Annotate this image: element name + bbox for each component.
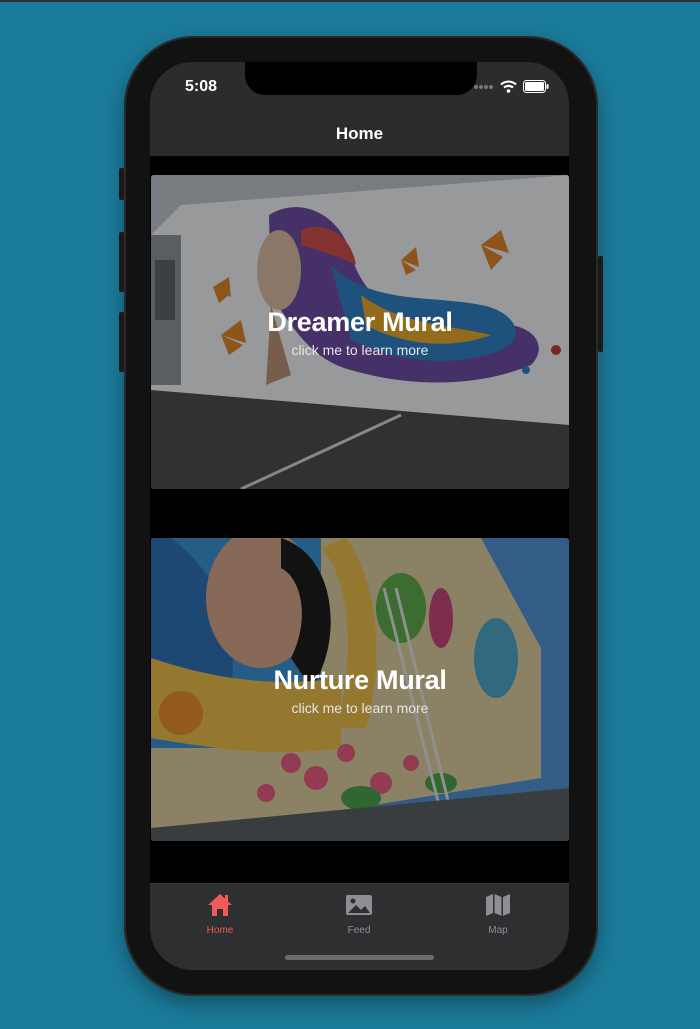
wifi-icon — [500, 80, 517, 93]
phone-screen: 5:08 Home Dreamer Mural click me to lear… — [150, 62, 569, 970]
volume-down-button — [119, 312, 124, 372]
page-title: Home — [335, 124, 384, 143]
mural-card-nurture[interactable]: Nurture Mural click me to learn more — [151, 538, 569, 841]
tab-label: Map — [488, 925, 508, 936]
mural-subtitle: click me to learn more — [291, 700, 429, 716]
mural-title: Dreamer Mural — [267, 307, 453, 337]
mural-title: Nurture Mural — [273, 665, 447, 695]
mural-card-dreamer[interactable]: Dreamer Mural click me to learn more — [151, 175, 569, 489]
notch — [245, 62, 477, 95]
mute-switch — [119, 168, 124, 200]
status-time: 5:08 — [185, 78, 218, 95]
tab-label: Home — [206, 925, 234, 936]
signal-dots-icon — [474, 84, 493, 89]
tab-map[interactable]: Map — [438, 892, 558, 936]
photo-icon — [346, 895, 372, 915]
tab-feed[interactable]: Feed — [299, 892, 419, 936]
battery-icon — [523, 80, 549, 93]
tab-label: Feed — [347, 925, 371, 936]
power-button — [598, 256, 603, 352]
tab-home[interactable]: Home — [160, 892, 280, 936]
map-icon — [486, 894, 510, 916]
home-icon — [208, 894, 232, 916]
window-top-edge — [0, 0, 700, 2]
status-indicators — [474, 80, 549, 93]
volume-up-button — [119, 232, 124, 292]
home-indicator[interactable] — [285, 955, 434, 960]
mural-subtitle: click me to learn more — [291, 342, 429, 358]
navigation-bar: 5:08 Home — [150, 62, 569, 156]
